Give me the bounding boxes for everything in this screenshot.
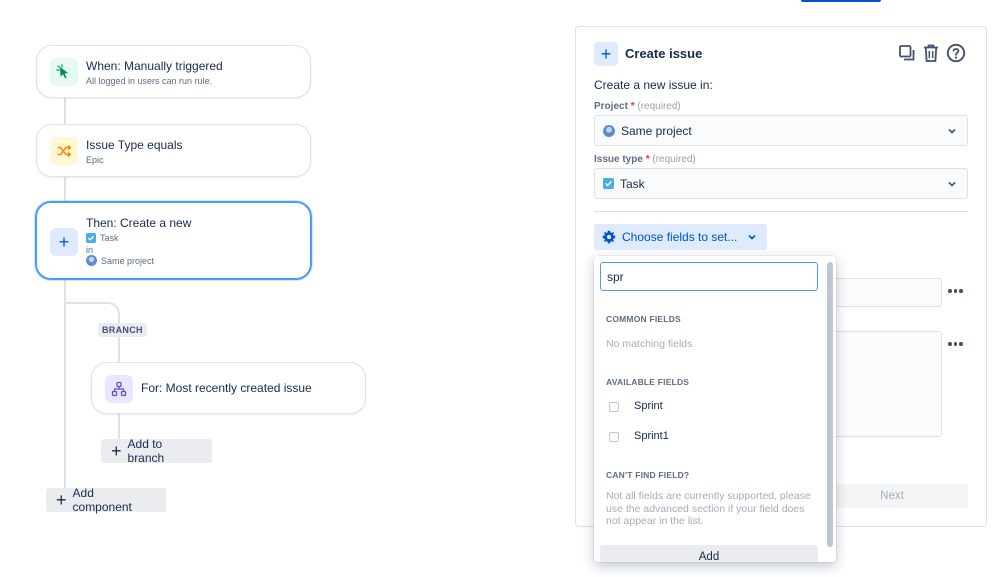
branch-title: For: Most recently created issue — [141, 381, 312, 395]
delete-button[interactable] — [922, 43, 940, 63]
action-icon-box: + — [50, 228, 78, 256]
panel-title: Create issue — [625, 46, 703, 61]
action-issue-type: Task — [86, 233, 119, 243]
next-button-label: Next — [880, 490, 904, 502]
choose-fields-label: Choose fields to set... — [622, 230, 738, 244]
create-in-label: Create a new issue in: — [594, 78, 713, 92]
copy-button[interactable] — [898, 44, 916, 62]
condition-subtitle: Epic — [86, 155, 104, 165]
branch-icon-box — [105, 375, 133, 403]
available-fields-header: AVAILABLE FIELDS — [606, 377, 690, 387]
action-in-label: in — [86, 245, 94, 255]
gear-icon — [602, 230, 616, 244]
help-icon — [946, 43, 966, 63]
more-options-button[interactable] — [948, 342, 963, 346]
project-select-value: Same project — [621, 123, 692, 138]
project-avatar-icon — [603, 124, 615, 137]
cursor-click-icon — [56, 64, 68, 79]
add-to-branch-button[interactable]: + Add to branch — [101, 437, 212, 465]
add-to-branch-label: Add to branch — [127, 437, 165, 465]
option-checkbox[interactable] — [609, 432, 619, 442]
chevron-down-icon — [948, 181, 956, 187]
issue-type-field-label: Issue type * (required) — [594, 154, 696, 165]
connector-line — [64, 177, 66, 202]
condition-title: Issue Type equals — [86, 138, 183, 152]
add-component-label: Add component — [72, 486, 132, 514]
trigger-node[interactable]: When: Manually triggered All logged in u… — [36, 45, 311, 98]
add-button[interactable]: Add — [600, 545, 818, 562]
next-button[interactable]: Next — [816, 484, 968, 508]
plus-icon: + — [56, 490, 67, 510]
condition-icon-box — [50, 137, 78, 165]
connector-line — [118, 414, 120, 442]
dropdown-scrollbar[interactable] — [827, 262, 833, 547]
action-title: Then: Create a new — [86, 216, 192, 230]
action-project: Same project — [86, 255, 154, 266]
cant-find-header: CAN'T FIND FIELD? — [606, 470, 690, 480]
project-avatar-icon — [86, 255, 97, 266]
action-project-label: Same project — [101, 255, 155, 266]
condition-node[interactable]: Issue Type equals Epic — [36, 124, 311, 177]
common-fields-header: COMMON FIELDS — [606, 314, 681, 324]
plus-icon: + — [111, 441, 122, 461]
shuffle-icon — [57, 144, 72, 158]
option-label: Sprint1 — [634, 430, 669, 442]
add-component-button[interactable]: + Add component — [46, 486, 166, 514]
project-label-text: Project — [594, 101, 628, 112]
branch-node[interactable]: For: Most recently created issue — [91, 362, 366, 414]
no-matching-text: No matching fields — [606, 338, 693, 350]
chevron-down-icon — [948, 128, 956, 134]
plus-icon: + — [58, 232, 70, 252]
option-sprint1[interactable]: Sprint1 — [594, 426, 826, 448]
trigger-subtitle: All logged in users can run rule. — [86, 76, 213, 86]
choose-fields-button[interactable]: Choose fields to set... — [594, 224, 767, 250]
help-button[interactable] — [946, 43, 966, 63]
chevron-down-icon — [748, 234, 756, 240]
top-accent-bar — [801, 0, 881, 2]
option-checkbox[interactable] — [609, 402, 619, 412]
action-issue-type-label: Task — [100, 233, 119, 243]
hierarchy-icon — [111, 381, 127, 397]
task-checkbox-icon — [86, 233, 96, 243]
more-options-button[interactable] — [948, 289, 963, 293]
connector-line — [118, 336, 120, 362]
option-label: Sprint — [634, 400, 663, 412]
branch-tag: BRANCH — [98, 323, 147, 337]
project-select[interactable]: Same project — [594, 115, 968, 146]
plus-icon: + — [600, 44, 612, 64]
issue-type-select[interactable]: Task — [594, 168, 968, 199]
choose-fields-dropdown: COMMON FIELDS No matching fields AVAILAB… — [594, 256, 836, 562]
panel-header-icon: + — [594, 42, 618, 66]
issue-type-select-value: Task — [620, 176, 645, 191]
required-mark: * — [645, 154, 650, 165]
trash-icon — [924, 44, 938, 62]
field-search-input[interactable] — [600, 262, 818, 291]
cant-find-text: Not all fields are currently supported, … — [606, 490, 811, 527]
option-sprint[interactable]: Sprint — [594, 396, 826, 418]
trigger-title: When: Manually triggered — [86, 59, 223, 73]
trigger-icon-box — [50, 58, 78, 86]
required-hint: (required) — [637, 101, 681, 112]
add-button-label: Add — [698, 551, 720, 562]
project-field-label: Project * (required) — [594, 101, 681, 112]
issue-type-label-text: Issue type — [594, 154, 643, 165]
required-mark: * — [630, 101, 635, 112]
copy-icon — [899, 45, 915, 61]
required-hint: (required) — [652, 154, 696, 165]
action-node[interactable]: + Then: Create a new Task in Same projec… — [35, 201, 312, 280]
task-checkbox-icon — [603, 178, 614, 189]
panel-divider — [594, 211, 968, 212]
connector-line — [64, 98, 66, 124]
